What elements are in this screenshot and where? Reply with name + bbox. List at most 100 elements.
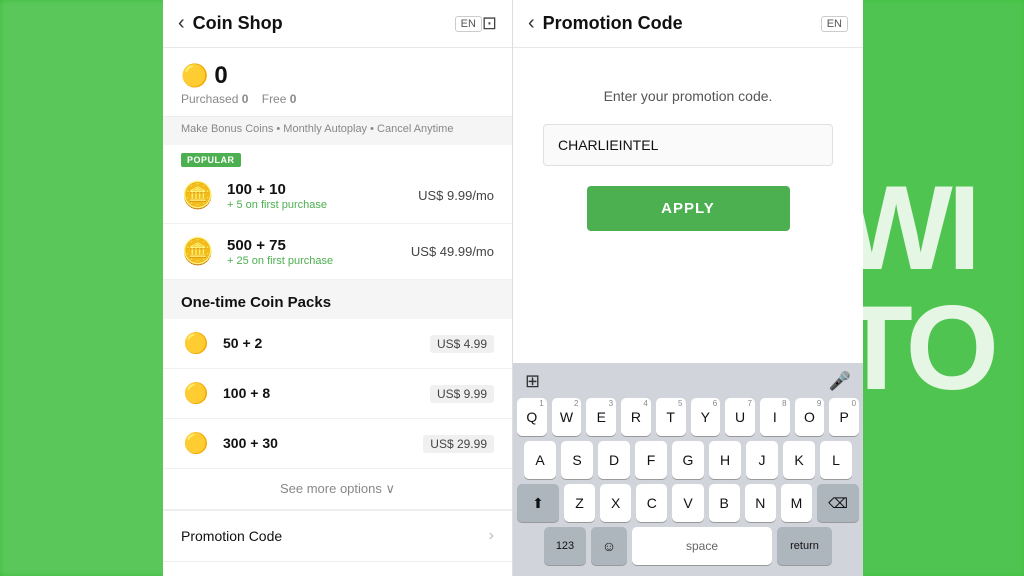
one-time-info-2: 100 + 8 xyxy=(223,385,430,403)
key-m[interactable]: M xyxy=(781,484,812,522)
one-time-section-title: One-time Coin Packs xyxy=(163,280,512,319)
key-return[interactable]: return xyxy=(777,527,832,565)
coin-plan-amount-1: 100 + 10 xyxy=(227,181,418,198)
key-k[interactable]: K xyxy=(783,441,815,479)
key-t[interactable]: T5 xyxy=(656,398,686,436)
monthly-plan-item-1[interactable]: 🪙 100 + 10 + 5 on first purchase US$ 9.9… xyxy=(163,168,512,224)
see-more-button[interactable]: See more options ∨ xyxy=(163,469,512,510)
coin-shop-title: Coin Shop xyxy=(193,13,449,34)
key-r[interactable]: R4 xyxy=(621,398,651,436)
promo-title: Promotion Code xyxy=(543,13,815,34)
key-x[interactable]: X xyxy=(600,484,631,522)
key-f[interactable]: F xyxy=(635,441,667,479)
key-j[interactable]: J xyxy=(746,441,778,479)
coin-icon-large: 🟡 xyxy=(181,63,208,89)
one-time-item-1[interactable]: 🟡 50 + 2 US$ 4.99 xyxy=(163,319,512,369)
promotion-code-panel: ‹ Promotion Code EN Enter your promotion… xyxy=(513,0,863,576)
one-time-item-3[interactable]: 🟡 300 + 30 US$ 29.99 xyxy=(163,419,512,469)
key-b[interactable]: B xyxy=(709,484,740,522)
panels-container: ‹ Coin Shop EN ⊡ 🟡 0 Purchased 0 Free 0 … xyxy=(163,0,863,576)
keyboard-top-bar: ⊞ 🎤 xyxy=(517,371,859,398)
promotion-code-label: Promotion Code xyxy=(181,528,489,544)
key-h[interactable]: H xyxy=(709,441,741,479)
plan-notice: Make Bonus Coins • Monthly Autoplay • Ca… xyxy=(163,116,512,141)
one-time-coin-icon-2: 🟡 xyxy=(181,381,211,406)
key-q[interactable]: Q1 xyxy=(517,398,547,436)
coin-plan-amount-2: 500 + 75 xyxy=(227,237,411,254)
coin-plan-price-2: US$ 49.99/mo xyxy=(411,244,494,259)
keyboard-mic-icon[interactable]: 🎤 xyxy=(829,371,851,392)
promo-header: ‹ Promotion Code EN xyxy=(513,0,863,48)
one-time-item-2[interactable]: 🟡 100 + 8 US$ 9.99 xyxy=(163,369,512,419)
one-time-price-2: US$ 9.99 xyxy=(430,385,494,403)
key-d[interactable]: D xyxy=(598,441,630,479)
key-p[interactable]: P0 xyxy=(829,398,859,436)
popular-badge: POPULAR xyxy=(181,153,241,167)
promo-instruction: Enter your promotion code. xyxy=(604,88,773,104)
promo-back-button[interactable]: ‹ xyxy=(528,12,535,35)
one-time-info-3: 300 + 30 xyxy=(223,435,423,453)
coin-shop-panel: ‹ Coin Shop EN ⊡ 🟡 0 Purchased 0 Free 0 … xyxy=(163,0,513,576)
promo-content: Enter your promotion code. APPLY xyxy=(513,48,863,363)
coin-shop-content: 🟡 0 Purchased 0 Free 0 Make Bonus Coins … xyxy=(163,48,512,576)
promotion-code-arrow-icon: › xyxy=(489,527,494,545)
coin-plan-price-1: US$ 9.99/mo xyxy=(418,188,494,203)
coin-pile-icon-2: 🪙 xyxy=(181,236,215,267)
key-a[interactable]: A xyxy=(524,441,556,479)
coins-main: 🟡 0 xyxy=(181,62,494,90)
coins-amount: 0 xyxy=(214,62,227,90)
coins-summary: 🟡 0 Purchased 0 Free 0 xyxy=(163,48,512,116)
key-c[interactable]: C xyxy=(636,484,667,522)
keyboard-row-2: A S D F G H J K L xyxy=(517,441,859,479)
shift-key[interactable]: ⬆ xyxy=(517,484,559,522)
monthly-plan-item-2[interactable]: 🪙 500 + 75 + 25 on first purchase US$ 49… xyxy=(163,224,512,280)
key-z[interactable]: Z xyxy=(564,484,595,522)
purchased-label: Purchased 0 xyxy=(181,92,248,106)
one-time-coin-icon-1: 🟡 xyxy=(181,331,211,356)
coin-plan-bonus-2: + 25 on first purchase xyxy=(227,255,411,267)
free-label: Free 0 xyxy=(262,92,297,106)
key-num-toggle[interactable]: 123 xyxy=(544,527,586,565)
promotion-code-menu-item[interactable]: Promotion Code › xyxy=(163,510,512,561)
key-w[interactable]: W2 xyxy=(552,398,582,436)
promo-lang[interactable]: EN xyxy=(821,16,848,32)
keyboard-row-1: Q1 W2 E3 R4 T5 Y6 U7 I8 O9 P0 xyxy=(517,398,859,436)
key-l[interactable]: L xyxy=(820,441,852,479)
key-u[interactable]: U7 xyxy=(725,398,755,436)
keyboard-apps-icon[interactable]: ⊞ xyxy=(525,371,540,392)
promo-code-input[interactable] xyxy=(543,124,833,166)
key-g[interactable]: G xyxy=(672,441,704,479)
one-time-info-1: 50 + 2 xyxy=(223,335,430,353)
key-i[interactable]: I8 xyxy=(760,398,790,436)
coin-shop-lang[interactable]: EN xyxy=(455,16,482,32)
coin-plan-info-2: 500 + 75 + 25 on first purchase xyxy=(227,237,411,267)
monthly-plans-section: POPULAR 🪙 100 + 10 + 5 on first purchase… xyxy=(163,145,512,280)
space-key[interactable]: space xyxy=(632,527,772,565)
key-e[interactable]: E3 xyxy=(586,398,616,436)
one-time-amount-3: 300 + 30 xyxy=(223,435,278,451)
coin-shop-back-button[interactable]: ‹ xyxy=(178,12,185,35)
one-time-amount-1: 50 + 2 xyxy=(223,335,262,351)
coin-plan-info-1: 100 + 10 + 5 on first purchase xyxy=(227,181,418,211)
key-n[interactable]: N xyxy=(745,484,776,522)
coin-shop-header: ‹ Coin Shop EN ⊡ xyxy=(163,0,512,48)
coins-sub: Purchased 0 Free 0 xyxy=(181,92,494,106)
keyboard-row-3: ⬆ Z X C V B N M ⌫ xyxy=(517,484,859,522)
one-time-price-3: US$ 29.99 xyxy=(423,435,494,453)
key-s[interactable]: S xyxy=(561,441,593,479)
coin-pile-icon-1: 🪙 xyxy=(181,180,215,211)
key-emoji[interactable]: ☺ xyxy=(591,527,627,565)
one-time-amount-2: 100 + 8 xyxy=(223,385,270,401)
key-y[interactable]: Y6 xyxy=(691,398,721,436)
coin-shop-menu-icon[interactable]: ⊡ xyxy=(482,13,497,34)
one-time-price-1: US$ 4.99 xyxy=(430,335,494,353)
one-time-coin-icon-3: 🟡 xyxy=(181,431,211,456)
keyboard: ⊞ 🎤 Q1 W2 E3 R4 T5 Y6 U7 I8 O9 P0 A S D xyxy=(513,363,863,576)
right-blur-overlay xyxy=(854,0,1024,576)
backspace-key[interactable]: ⌫ xyxy=(817,484,859,522)
monthly-terms-menu-item[interactable]: Monthly Coin Plan Terms ∨ xyxy=(163,561,512,576)
key-o[interactable]: O9 xyxy=(795,398,825,436)
coin-plan-bonus-1: + 5 on first purchase xyxy=(227,199,418,211)
key-v[interactable]: V xyxy=(672,484,703,522)
apply-button[interactable]: APPLY xyxy=(587,186,790,231)
